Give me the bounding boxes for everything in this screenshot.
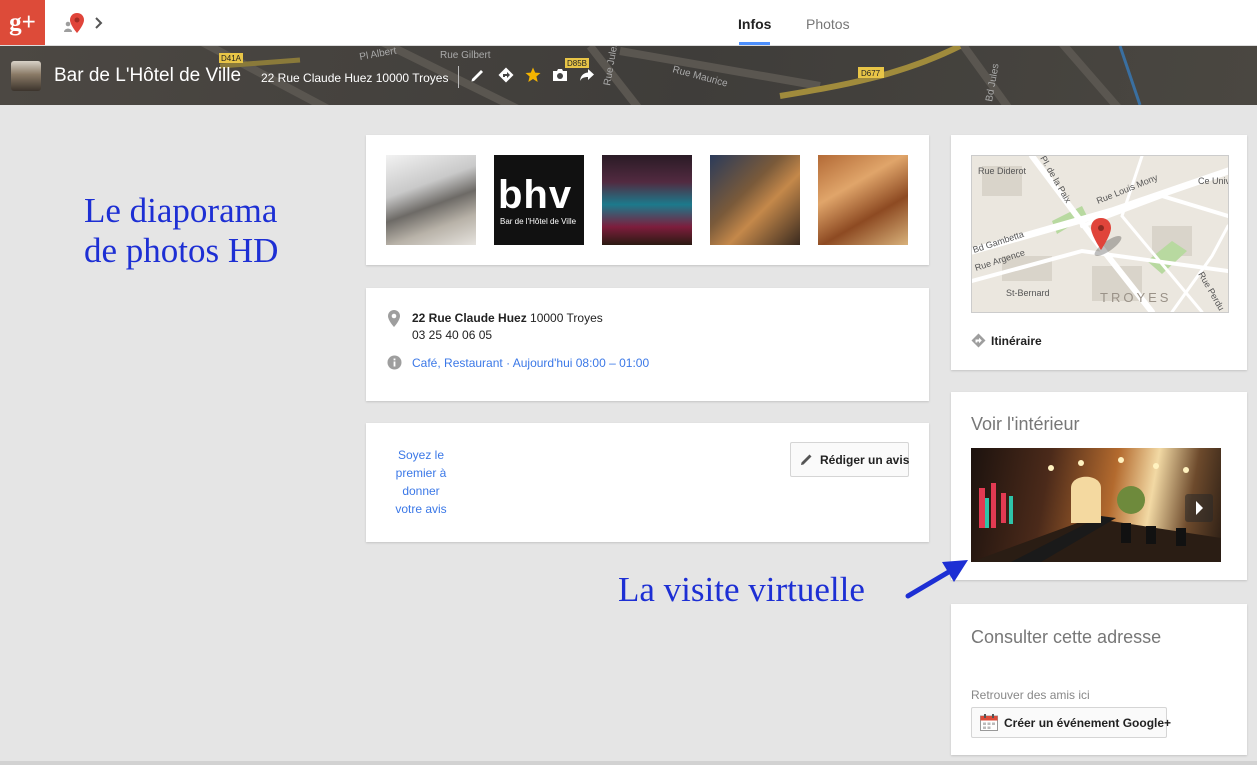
tab-infos[interactable]: Infos (738, 15, 771, 33)
event-card-subtitle: Retrouver des amis ici (971, 688, 1090, 702)
street-view-image[interactable] (971, 448, 1221, 562)
write-review-label: Rédiger un avis (820, 453, 910, 467)
directions-icon (971, 333, 986, 348)
category-restaurant-link[interactable]: Restaurant (444, 356, 503, 370)
pencil-icon[interactable] (470, 67, 486, 83)
top-bar: g+ Infos Photos (0, 0, 1257, 46)
address-line: 22 Rue Claude Huez 10000 Troyes (412, 310, 603, 327)
create-event-button[interactable]: Créer un événement Google+ (971, 707, 1171, 738)
info-card: 22 Rue Claude Huez 10000 Troyes 03 25 40… (366, 288, 929, 401)
star-icon[interactable] (525, 67, 541, 83)
place-header: Rue Gilbert Pl Albert Rue Jules Dido Rue… (0, 46, 1257, 105)
bhv-logo-caption: Bar de l'Hôtel de Ville (500, 217, 577, 226)
street-view-title: Voir l'intérieur (971, 414, 1080, 434)
street-view-card: Voir l'intérieur (951, 392, 1247, 580)
map-graphic: Rue Diderot Pl. de la Paix Rue Louis Mon… (972, 156, 1228, 312)
city: 10000 Troyes (526, 311, 603, 325)
active-tab-indicator (739, 42, 770, 45)
annotation-line: de photos HD (84, 231, 279, 271)
interior-graphic (971, 457, 1221, 562)
photo-thumbnail[interactable]: bhv Bar de l'Hôtel de Ville (494, 155, 584, 245)
calendar-icon (980, 714, 998, 731)
place-thumbnail (11, 61, 41, 91)
photo-thumbnail[interactable] (386, 155, 476, 245)
category-cafe-link[interactable]: Café (412, 356, 437, 370)
street: 22 Rue Claude Huez (412, 311, 527, 325)
tab-photos[interactable]: Photos (806, 15, 850, 33)
map-label: St-Bernard (1006, 288, 1050, 298)
google-plus-logo[interactable]: g+ (0, 0, 45, 45)
annotation-line: Le diaporama (84, 191, 278, 230)
opening-hours[interactable]: · Aujourd'hui 08:00 – 01:00 (503, 356, 649, 370)
map-thumbnail[interactable]: Rue Diderot Pl. de la Paix Rue Louis Mon… (971, 155, 1229, 313)
map-label: Ce Univ de T (1198, 176, 1228, 186)
chevron-right-icon[interactable] (94, 16, 104, 30)
pencil-icon (801, 454, 812, 465)
directions-icon[interactable] (498, 67, 514, 83)
bhv-logo-text: bhv (498, 173, 573, 217)
event-card-title: Consulter cette adresse (971, 627, 1162, 647)
camera-icon[interactable] (552, 67, 568, 83)
annotation-virtual-tour: La visite virtuelle (618, 570, 865, 609)
photo-thumbnail[interactable] (710, 155, 800, 245)
place-name: Bar de L'Hôtel de Ville (54, 65, 242, 86)
phone-number[interactable]: 03 25 40 06 05 (412, 327, 492, 344)
header-map-label: Pl Albert (359, 46, 398, 63)
photo-thumbnail[interactable] (602, 155, 692, 245)
map-label: Rue Diderot (978, 166, 1027, 176)
next-arrow-button[interactable] (1185, 494, 1213, 522)
write-review-button[interactable]: Rédiger un avis (790, 442, 909, 477)
category-line: Café, Restaurant · Aujourd'hui 08:00 – 0… (412, 355, 649, 372)
directions-label: Itinéraire (991, 334, 1042, 348)
map-city-label: TROYES (1100, 290, 1171, 305)
annotation-photo-slideshow: Le diaporama de photos HD (84, 191, 278, 272)
review-card: Soyez le premier à donner votre avis Réd… (366, 423, 929, 542)
annotation-arrow-icon (905, 560, 968, 599)
create-event-label: Créer un événement Google+ (1004, 716, 1172, 730)
photo-thumbnail[interactable] (818, 155, 908, 245)
photos-card: bhv Bar de l'Hôtel de Ville (366, 135, 929, 265)
header-map-label: Rue Gilbert (440, 50, 491, 61)
route-badge: D41A (221, 54, 242, 63)
first-review-link[interactable]: Soyez le premier à donner votre avis (388, 446, 454, 518)
share-icon[interactable] (579, 67, 595, 83)
info-icon (387, 355, 402, 370)
page-bottom-edge (0, 761, 1257, 765)
chevron-right-icon (1196, 501, 1203, 515)
place-address: 22 Rue Claude Huez 10000 Troyes (261, 71, 449, 85)
location-pin-icon (388, 310, 400, 327)
map-card: Rue Diderot Pl. de la Paix Rue Louis Mon… (951, 135, 1247, 370)
header-divider (458, 66, 459, 88)
event-card: Consulter cette adresse Retrouver des am… (951, 604, 1247, 755)
route-badge: D677 (861, 69, 881, 78)
map-pin-icon[interactable] (70, 13, 84, 33)
